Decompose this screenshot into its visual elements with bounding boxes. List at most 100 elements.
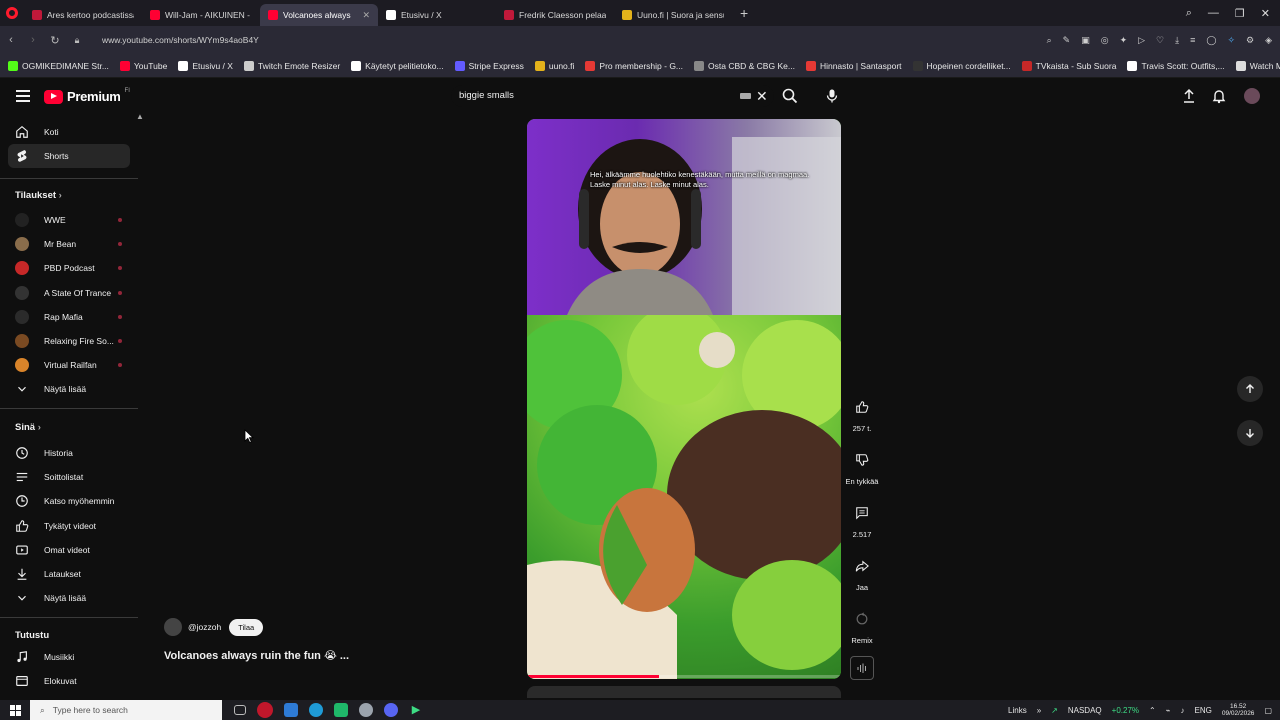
links-expand-icon[interactable]: » <box>1037 706 1041 715</box>
voice-search-button[interactable] <box>824 88 840 104</box>
video-progress-bar[interactable] <box>527 675 841 678</box>
profile-icon[interactable]: ◯ <box>1206 35 1216 46</box>
aria-icon[interactable]: ✧ <box>1227 35 1235 46</box>
steam-taskbar-icon[interactable] <box>359 703 373 717</box>
video-title[interactable]: Volcanoes always ruin the fun 😭 ... <box>164 649 349 662</box>
bookmark-item[interactable]: Watch Marvel's Luk... <box>1235 60 1280 71</box>
bookmark-item[interactable]: TVkaista - Sub Suora <box>1021 60 1116 71</box>
close-tab-icon[interactable]: ✕ <box>362 10 370 21</box>
sidebar-subscription-item[interactable]: Virtual Railfan <box>8 353 130 377</box>
sound-button[interactable] <box>850 656 874 680</box>
extensions-icon[interactable]: ✦ <box>1120 35 1128 46</box>
comments-button[interactable] <box>848 499 876 527</box>
sidebar-item-my-videos[interactable]: Omat videot <box>8 538 130 562</box>
sidebar-item-koti[interactable]: Koti <box>8 120 130 144</box>
guide-menu-button[interactable] <box>16 90 30 102</box>
clock[interactable]: 16.52 09/02/2026 <box>1222 703 1255 718</box>
browser-tab[interactable]: Will-Jam - AIKUINEN - Yo <box>142 4 260 26</box>
maximize-button[interactable]: ❐ <box>1235 7 1245 20</box>
bookmark-item[interactable]: OGMIKEDIMANE Str... <box>8 60 109 71</box>
opera-taskbar-icon[interactable] <box>257 702 273 718</box>
bookmark-item[interactable]: Etusivu / X <box>178 60 233 71</box>
bookmark-item[interactable]: Osta CBD & CBG Ke... <box>694 60 795 71</box>
tray-expand-icon[interactable]: ⌃ <box>1149 706 1156 715</box>
upload-icon[interactable] <box>1181 88 1197 104</box>
bookmark-item[interactable]: Pro membership - G... <box>585 60 683 71</box>
sidebar-item-downloads[interactable]: Lataukset <box>8 562 130 586</box>
back-button[interactable]: ‹ <box>0 34 22 46</box>
sidebar-item-music[interactable]: Musiikki <box>8 645 130 669</box>
previous-short-button[interactable] <box>1237 376 1263 402</box>
ai-icon[interactable]: ◈ <box>1265 35 1272 46</box>
menu-icon[interactable]: ≡ <box>1190 35 1195 45</box>
sidebar-subscription-item[interactable]: PBD Podcast <box>8 256 130 280</box>
like-action[interactable]: 257 t. <box>843 393 881 433</box>
browser-tab[interactable]: Volcanoes always ruin ✕ <box>260 4 378 26</box>
sidebar-item-history[interactable]: Historia <box>8 441 130 465</box>
sidebar-subscription-item[interactable]: Rap Mafia <box>8 305 130 329</box>
like-button[interactable] <box>848 393 876 421</box>
search-button[interactable] <box>782 88 798 104</box>
next-short-preview[interactable] <box>527 686 841 698</box>
browser-tab[interactable]: Etusivu / X <box>378 4 496 26</box>
sidebar-item-liked-videos[interactable]: Tykätyt videot <box>8 514 130 538</box>
you-heading[interactable]: Sinä › <box>15 422 41 433</box>
language-indicator[interactable]: ENG <box>1195 706 1212 715</box>
bookmark-item[interactable]: Hopeinen cordelliket... <box>912 60 1011 71</box>
reload-button[interactable]: ↻ <box>44 34 66 47</box>
browser-tab[interactable]: Ares kertoo podcastissa v <box>24 4 142 26</box>
notifications-bell-icon[interactable] <box>1211 88 1227 104</box>
subscriptions-heading[interactable]: Tilaukset › <box>15 190 62 201</box>
tab-search-icon[interactable]: ⌕ <box>1186 7 1192 20</box>
app-taskbar-icon[interactable] <box>284 703 298 717</box>
links-toolbar[interactable]: Links <box>1008 706 1027 715</box>
sidebar-item-playlists[interactable]: Soittolistat <box>8 465 130 489</box>
forward-button[interactable]: › <box>22 34 44 46</box>
close-window-button[interactable]: ✕ <box>1261 7 1270 20</box>
discord-taskbar-icon[interactable] <box>384 703 398 717</box>
notifications-center-icon[interactable]: ▢ <box>1264 706 1272 715</box>
clear-search-button[interactable]: ✕ <box>756 88 768 105</box>
channel-avatar[interactable] <box>164 618 182 636</box>
bookmark-item[interactable]: Hinnasto | Santasport <box>805 60 902 71</box>
remix-action[interactable]: Remix <box>843 605 881 645</box>
volume-icon[interactable]: ♪ <box>1181 706 1185 715</box>
browser-tab[interactable]: Fredrik Claesson pelaa Ve <box>496 4 614 26</box>
sidebar-item-movies[interactable]: Elokuvat <box>8 669 130 693</box>
keyboard-icon[interactable] <box>740 93 751 99</box>
bookmark-item[interactable]: Stripe Express <box>454 60 524 71</box>
comments-action[interactable]: 2.517 <box>843 499 881 539</box>
dislike-action[interactable]: En tykkää <box>843 446 881 486</box>
download-icon[interactable]: ⤓ <box>1175 35 1179 46</box>
account-avatar[interactable] <box>1244 88 1260 104</box>
stock-ticker[interactable]: NASDAQ <box>1068 706 1102 715</box>
search-page-icon[interactable]: ⌕ <box>1047 35 1052 46</box>
url-field[interactable]: www.youtube.com/shorts/WYm9s4aoB4Y <box>102 35 259 45</box>
bookmark-item[interactable]: uuno.fi <box>534 60 574 71</box>
edit-icon[interactable]: ✎ <box>1063 35 1071 46</box>
taskbar-search-box[interactable]: ⌕ Type here to search <box>30 700 222 720</box>
bookmark-item[interactable]: YouTube <box>119 60 167 71</box>
sidebar-item-shorts[interactable]: Shorts <box>8 144 130 168</box>
sound-action[interactable] <box>843 656 881 680</box>
dislike-button[interactable] <box>848 446 876 474</box>
network-icon[interactable]: ⌁ <box>1166 706 1171 715</box>
search-input[interactable]: biggie smalls <box>459 90 514 101</box>
show-more-you-button[interactable]: Näytä lisää <box>8 586 130 610</box>
settings-icon[interactable]: ⚙ <box>1246 35 1254 46</box>
play-taskbar-icon[interactable]: ▶ <box>409 703 423 717</box>
adblock-icon[interactable]: ◎ <box>1101 35 1109 46</box>
youtube-premium-logo[interactable]: Premium FI <box>44 88 130 104</box>
channel-handle[interactable]: @jozzoh <box>188 622 221 632</box>
opera-menu-button[interactable] <box>0 0 24 26</box>
sidebar-item-watch-later[interactable]: Katso myöhemmin <box>8 489 130 513</box>
minimize-button[interactable]: — <box>1208 7 1219 19</box>
player-icon[interactable]: ▷ <box>1138 35 1145 46</box>
bookmark-item[interactable]: Travis Scott: Outfits,... <box>1127 60 1225 71</box>
sidebar-subscription-item[interactable]: A State Of Trance <box>8 281 130 305</box>
snapshot-icon[interactable]: ▣ <box>1081 35 1090 46</box>
next-short-button[interactable] <box>1237 420 1263 446</box>
bookmark-item[interactable]: Käytetyt pelitietoko... <box>351 60 444 71</box>
sidebar-subscription-item[interactable]: WWE <box>8 208 130 232</box>
show-more-subscriptions-button[interactable]: Näytä lisää <box>8 377 130 401</box>
